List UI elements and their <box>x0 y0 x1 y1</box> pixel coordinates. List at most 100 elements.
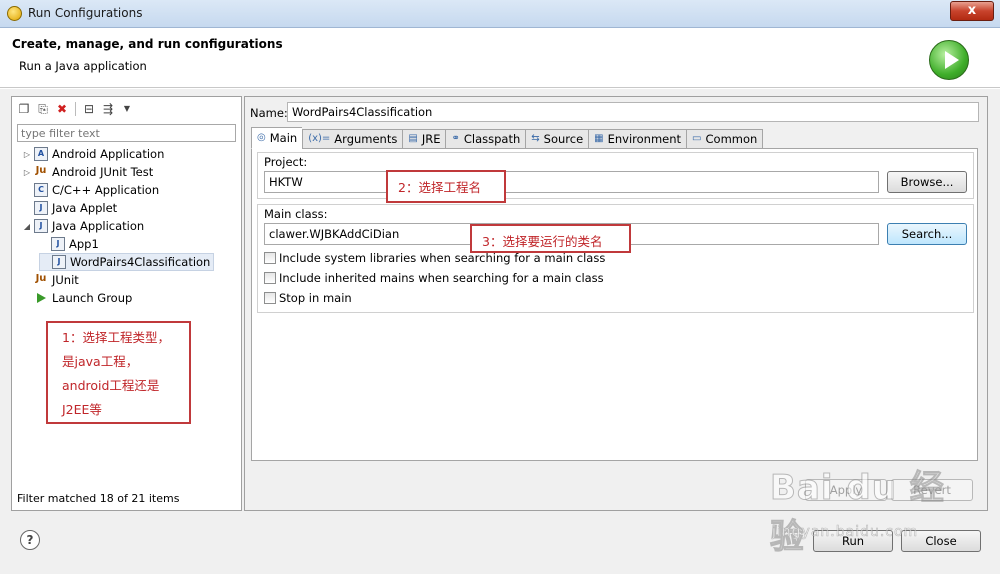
tab-main[interactable]: ◎ Main <box>251 127 303 149</box>
tab-label: JRE <box>421 132 441 146</box>
junit-icon: Ju <box>35 273 47 284</box>
project-input[interactable] <box>264 171 879 193</box>
main-tab-content: Project: Browse... Main class: Search...… <box>251 148 978 461</box>
tab-label: Source <box>543 132 584 146</box>
checkbox-box[interactable] <box>264 292 276 304</box>
tab-label: Arguments <box>334 132 398 146</box>
tree-item-java-application[interactable]: ◢ J Java Application <box>22 217 144 235</box>
checkbox-label: Include system libraries when searching … <box>279 251 606 265</box>
tab-environment[interactable]: ▦ Environment <box>588 129 687 149</box>
java-app-icon: J <box>51 237 65 251</box>
name-input[interactable] <box>287 102 979 122</box>
tab-label: Common <box>705 132 758 146</box>
tab-source[interactable]: ⇆ Source <box>525 129 589 149</box>
tree-item-label: Android JUnit Test <box>52 165 154 179</box>
duplicate-icon[interactable]: ⎘ <box>35 101 51 117</box>
tree-item-java-applet[interactable]: J Java Applet <box>22 199 117 217</box>
java-applet-icon: J <box>34 201 48 215</box>
launch-group-icon <box>34 291 48 305</box>
android-app-icon: A <box>34 147 48 161</box>
annotation-line: J2EE等 <box>62 402 102 417</box>
expand-icon[interactable]: ▷ <box>22 168 32 177</box>
annotation-line: android工程还是 <box>62 378 160 393</box>
expand-icon[interactable]: ▷ <box>22 150 32 159</box>
tree-item-cpp-application[interactable]: C C/C++ Application <box>22 181 159 199</box>
source-tab-icon: ⇆ <box>531 133 540 144</box>
filter-icon[interactable]: ⇶ <box>100 101 116 117</box>
configuration-tree-panel: ❐ ⎘ ✖ ⊟ ⇶ ▼ ▷ A Android Application ▷ Ju… <box>11 96 242 511</box>
help-icon[interactable]: ? <box>20 530 40 550</box>
main-class-group: Main class: Search... Include system lib… <box>257 204 974 313</box>
tree-item-label: Java Applet <box>52 201 118 215</box>
header-subtitle: Run a Java application <box>19 59 147 73</box>
tree-item-app1[interactable]: J App1 <box>39 235 99 253</box>
tree-item-label: C/C++ Application <box>52 183 160 197</box>
environment-tab-icon: ▦ <box>594 133 604 144</box>
new-configuration-icon[interactable]: ❐ <box>16 101 32 117</box>
tab-arguments[interactable]: (x)= Arguments <box>302 129 403 149</box>
junit-icon: Ju <box>35 165 47 176</box>
include-inherited-mains-checkbox[interactable]: Include inherited mains when searching f… <box>264 270 604 286</box>
annotation-line: 1：选择工程类型， <box>62 330 170 345</box>
checkbox-box[interactable] <box>264 252 276 264</box>
tab-classpath[interactable]: ⚭ Classpath <box>445 129 526 149</box>
name-label: Name: <box>250 106 288 120</box>
checkbox-label: Stop in main <box>279 291 352 305</box>
tab-common[interactable]: ▭ Common <box>686 129 764 149</box>
annotation-line: 是java工程， <box>62 354 139 369</box>
tree-item-android-application[interactable]: ▷ A Android Application <box>22 145 164 163</box>
eclipse-icon <box>7 6 22 21</box>
project-group: Project: Browse... <box>257 152 974 199</box>
title-bar: Run Configurations x <box>0 0 1000 28</box>
tree-item-label: JUnit <box>52 273 79 287</box>
delete-icon[interactable]: ✖ <box>54 101 70 117</box>
tree-item-wordpairs4classification[interactable]: J WordPairs4Classification <box>39 253 215 271</box>
collapse-icon[interactable]: ◢ <box>22 222 32 231</box>
project-label: Project: <box>264 155 308 169</box>
revert-button[interactable]: Revert <box>891 479 973 501</box>
configuration-editor-panel: Name: ◎ Main (x)= Arguments ▤ JRE ⚭ Clas… <box>244 96 988 511</box>
config-tabs: ◎ Main (x)= Arguments ▤ JRE ⚭ Classpath … <box>251 127 764 149</box>
tree-item-label: Java Application <box>52 219 145 233</box>
annotation-project-type: 1：选择工程类型， 是java工程， android工程还是 J2EE等 <box>46 321 191 424</box>
checkbox-label: Include inherited mains when searching f… <box>279 271 604 285</box>
run-button[interactable]: Run <box>813 530 893 552</box>
close-button[interactable]: Close <box>901 530 981 552</box>
tab-label: Main <box>269 131 298 145</box>
java-app-icon: J <box>34 219 48 233</box>
annotation-main-class: 3：选择要运行的类名 <box>470 224 631 253</box>
chevron-down-icon[interactable]: ▼ <box>119 101 135 117</box>
window-close-button[interactable]: x <box>950 1 994 21</box>
tree-item-launch-group[interactable]: Launch Group <box>22 289 132 307</box>
search-button[interactable]: Search... <box>887 223 967 245</box>
window-title: Run Configurations <box>28 6 143 20</box>
apply-button[interactable]: Apply <box>805 479 887 501</box>
tree-item-label: WordPairs4Classification <box>70 255 211 269</box>
tab-label: Environment <box>607 132 682 146</box>
classpath-tab-icon: ⚭ <box>451 133 460 144</box>
cpp-app-icon: C <box>34 183 48 197</box>
checkbox-box[interactable] <box>264 272 276 284</box>
annotation-project-name: 2：选择工程名 <box>386 170 506 203</box>
tree-item-label: App1 <box>69 237 99 251</box>
header-title: Create, manage, and run configurations <box>12 37 283 51</box>
collapse-all-icon[interactable]: ⊟ <box>81 101 97 117</box>
stop-in-main-checkbox[interactable]: Stop in main <box>264 290 352 306</box>
tree-item-label: Android Application <box>52 147 165 161</box>
tree-item-android-junit-test[interactable]: ▷ Ju Android JUnit Test <box>22 163 153 181</box>
tree-toolbar: ❐ ⎘ ✖ ⊟ ⇶ ▼ <box>16 100 135 118</box>
filter-status: Filter matched 18 of 21 items <box>17 492 180 505</box>
java-app-icon: J <box>52 255 66 269</box>
tree-item-label: Launch Group <box>52 291 133 305</box>
run-banner-icon <box>929 40 969 80</box>
browse-button[interactable]: Browse... <box>887 171 967 193</box>
jre-tab-icon: ▤ <box>408 133 418 144</box>
dialog-header: Create, manage, and run configurations R… <box>0 28 1000 88</box>
tree-item-junit[interactable]: Ju JUnit <box>22 271 79 289</box>
tab-jre[interactable]: ▤ JRE <box>402 129 446 149</box>
toolbar-divider <box>75 102 76 116</box>
main-tab-icon: ◎ <box>257 132 266 143</box>
arguments-tab-icon: (x)= <box>308 133 331 144</box>
common-tab-icon: ▭ <box>692 133 702 144</box>
filter-input[interactable] <box>17 124 236 142</box>
